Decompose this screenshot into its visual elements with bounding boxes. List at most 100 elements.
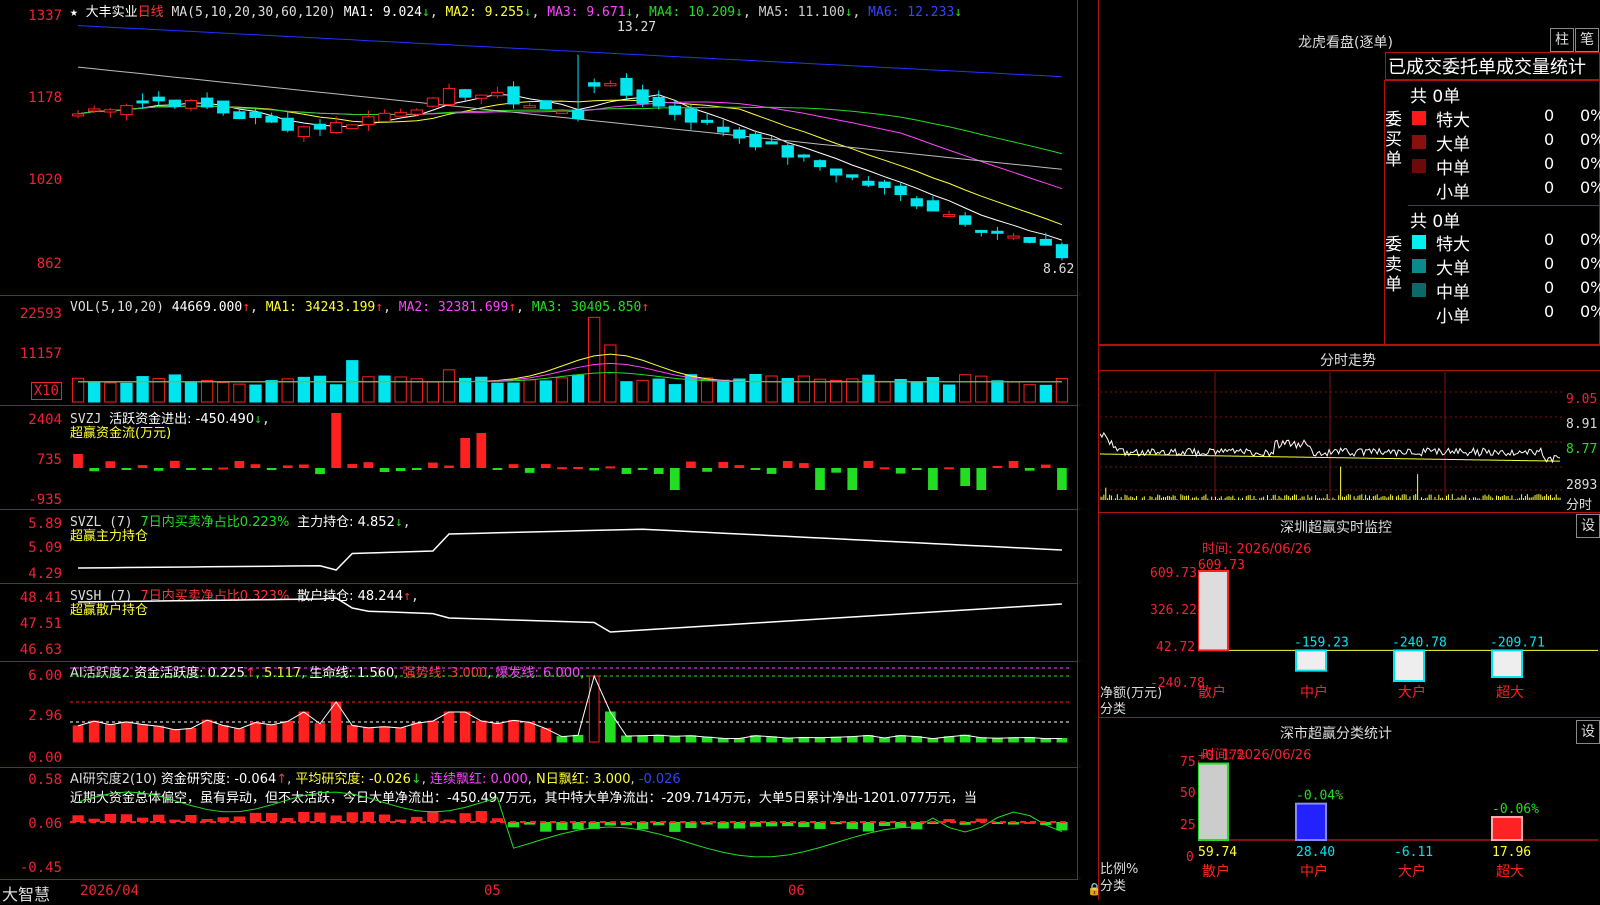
vol-bar: [717, 379, 730, 403]
ytick: 6.00: [28, 668, 62, 684]
stats-bottom-value: 59.74: [1198, 845, 1237, 860]
active-bar: [443, 711, 455, 743]
research-bar: [572, 822, 584, 830]
active-bar: [427, 720, 439, 743]
active-bar: [1040, 738, 1052, 743]
active-bar: [379, 726, 390, 743]
row-p: 0%: [1580, 230, 1600, 249]
stats-bar: [1491, 816, 1523, 841]
candle: [71, 113, 85, 117]
sz-monitor-title: 深圳超赢实时监控: [1280, 520, 1392, 536]
sz-monitor-chart[interactable]: 609.73 散户 -159.23 中户 -240.78 大户 -209.71 超大: [1198, 535, 1598, 715]
svsh-chart[interactable]: [70, 584, 1078, 662]
candle: [700, 119, 714, 123]
category-label: 超大: [1496, 685, 1524, 701]
active-bar: [395, 727, 406, 743]
candle: [426, 97, 440, 107]
flow-bar: [266, 468, 277, 470]
brand-logo: 大智慧: [2, 885, 51, 904]
vol-bar: [120, 382, 133, 403]
stroke-mode-button[interactable]: 笔: [1575, 28, 1599, 52]
ytick: 2404: [28, 412, 62, 428]
active-bar: [169, 729, 181, 743]
x-label-1: 2026/04: [80, 883, 140, 899]
flow-bar: [863, 460, 874, 468]
row-v: 0: [1544, 278, 1555, 297]
monitor-value: -209.71: [1490, 635, 1545, 650]
flow-bar: [379, 468, 390, 473]
research-bar: [120, 814, 133, 822]
candle: [846, 174, 859, 178]
monitor-value: -159.23: [1294, 635, 1349, 650]
flow-bar: [766, 468, 777, 474]
active-bar: [282, 720, 294, 743]
candle: [926, 200, 940, 212]
vol-bar: [1007, 381, 1020, 403]
ytick: 46.63: [19, 642, 62, 658]
ai1-chart[interactable]: [70, 662, 1078, 768]
category-label: 散户: [1202, 863, 1230, 880]
bar-mode-button[interactable]: 柱: [1550, 28, 1574, 52]
active-bar: [72, 725, 84, 743]
intraday-sep: [1098, 370, 1600, 371]
vol-bar: [926, 376, 940, 403]
sz-monitor-xlabel: 分类: [1100, 702, 1127, 717]
kline-chart[interactable]: [70, 0, 1078, 294]
vol-bar: [184, 381, 198, 403]
vol-yaxis: 22593 11157 X10: [0, 296, 68, 406]
candle: [684, 108, 698, 123]
svzl-chart[interactable]: [70, 510, 1078, 584]
flow-bar: [637, 468, 648, 470]
flow-bar: [605, 466, 616, 469]
row-p: 0%: [1580, 302, 1600, 321]
svzj-yaxis: 2404 735 -935: [0, 406, 68, 510]
candle: [88, 108, 101, 112]
flow-bar: [137, 465, 148, 468]
intraday-chart[interactable]: [1100, 372, 1562, 512]
flow-bar: [1024, 468, 1035, 471]
active-bar: [879, 737, 890, 743]
candle: [781, 145, 794, 158]
ytick: 50: [1180, 786, 1196, 801]
row-name: 小单: [1436, 307, 1470, 327]
candle: [281, 117, 294, 131]
candle: [604, 83, 617, 87]
row-name: 中单: [1436, 283, 1470, 303]
flow-bar: [670, 468, 680, 490]
svzj-chart[interactable]: [70, 406, 1078, 510]
vol-bar: [265, 380, 278, 403]
row-v: 0: [1544, 106, 1555, 125]
flow-bar: [508, 464, 519, 468]
active-bar: [653, 734, 665, 743]
row-name: 大单: [1436, 135, 1470, 155]
lhb-tabs[interactable]: 已成交委托单成交量统计: [1385, 52, 1600, 80]
ytick: 11157: [19, 346, 62, 362]
active-bar: [846, 736, 858, 743]
flow-bar: [895, 468, 906, 474]
active-bar: [621, 735, 632, 743]
ma-line-6: [78, 25, 1062, 78]
ai2-chart[interactable]: [70, 768, 1078, 880]
active-bar: [1008, 737, 1019, 743]
vol-bar: [652, 378, 665, 403]
vol-bar: [362, 376, 375, 403]
row-v: 0: [1544, 154, 1555, 173]
sz-stats-chart[interactable]: 59.74 +0.17% 散户 28.40 -0.04% 中户 -6.11 大户 17.96 -0…: [1198, 730, 1598, 900]
candle: [329, 122, 343, 134]
active-bar: [475, 720, 487, 743]
monitor-bar: [1393, 649, 1425, 682]
flow-bar: [540, 464, 551, 468]
monitor-value: -240.78: [1392, 635, 1447, 650]
vol-bar: [410, 378, 423, 403]
vol-ma3: [78, 372, 1062, 383]
active-bar: [121, 721, 132, 743]
candle: [249, 111, 262, 118]
buy-total: 共 0单: [1410, 87, 1461, 107]
candle: [104, 109, 117, 113]
flow-bar: [105, 461, 116, 468]
ytick: -935: [28, 492, 62, 508]
flow-bar: [153, 468, 164, 471]
flow-bar: [1040, 464, 1051, 468]
vol-chart[interactable]: [70, 296, 1078, 406]
flow-bar: [476, 433, 487, 468]
